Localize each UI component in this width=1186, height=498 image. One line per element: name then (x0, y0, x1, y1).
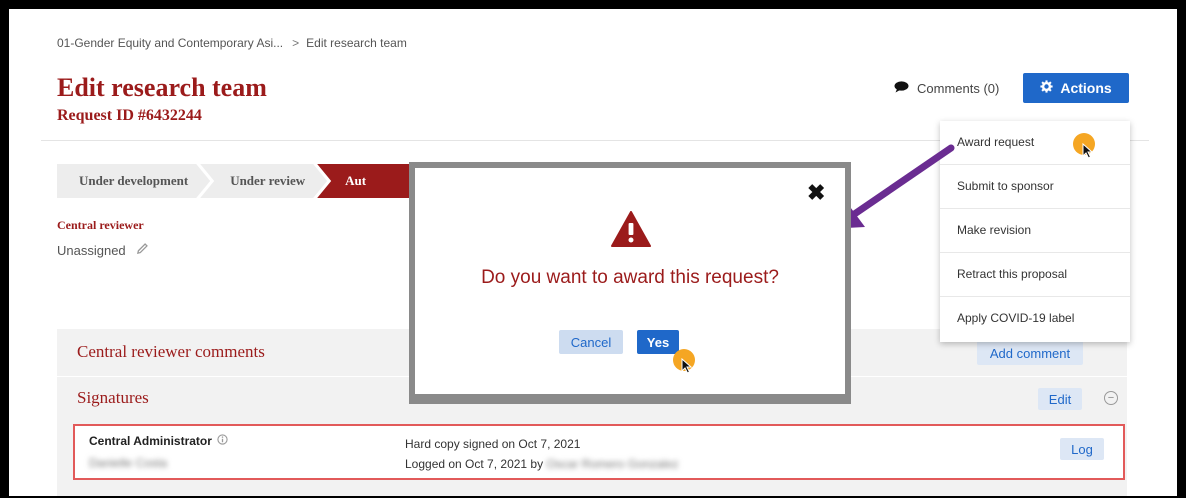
actions-button[interactable]: Actions (1023, 73, 1129, 103)
breadcrumb-parent[interactable]: 01-Gender Equity and Contemporary Asi... (57, 36, 283, 50)
actions-dropdown: Award request Submit to sponsor Make rev… (940, 121, 1130, 342)
signature-row: Central Administrator Danielle Costa Har… (73, 424, 1125, 480)
cancel-button[interactable]: Cancel (559, 330, 623, 354)
comment-bubble-icon (894, 81, 909, 96)
menu-item-apply-covid-label[interactable]: Apply COVID-19 label (940, 297, 1130, 341)
close-icon[interactable]: ✖ (807, 180, 825, 206)
cursor-highlight-menu (1073, 133, 1095, 159)
comments-section-title: Central reviewer comments (77, 342, 265, 361)
workflow-steps: Under development Under review Aut (57, 164, 417, 198)
cursor-highlight-yes (673, 349, 695, 374)
central-reviewer-value: Unassigned (57, 242, 149, 258)
menu-item-submit-to-sponsor[interactable]: Submit to sponsor (940, 165, 1130, 209)
step-under-review: Under review (200, 164, 327, 198)
confirm-dialog: ✖ Do you want to award this request? Can… (415, 168, 845, 394)
comments-label: Comments (0) (917, 81, 1000, 96)
signature-info: Hard copy signed on Oct 7, 2021 Logged o… (405, 434, 679, 474)
warning-icon (611, 211, 651, 247)
edit-signatures-button[interactable]: Edit (1038, 388, 1082, 410)
comments-link[interactable]: Comments (0) (894, 81, 999, 96)
signature-logger-name: Oscar Romero Gonzalez (546, 457, 679, 471)
pencil-icon[interactable] (136, 242, 149, 258)
cursor-arrow-icon (1082, 143, 1094, 159)
cursor-arrow-icon (681, 358, 693, 374)
dialog-question: Do you want to award this request? (481, 267, 779, 288)
add-comment-button[interactable]: Add comment (977, 341, 1083, 365)
menu-item-retract-proposal[interactable]: Retract this proposal (940, 253, 1130, 297)
signature-person: Danielle Costa (89, 456, 168, 470)
signatures-section-title: Signatures (77, 388, 149, 407)
info-icon[interactable] (217, 434, 228, 448)
breadcrumb-separator: > (292, 36, 300, 50)
actions-label: Actions (1060, 80, 1112, 96)
central-reviewer-name: Unassigned (57, 242, 126, 258)
page-title: Edit research team (57, 73, 267, 102)
log-button[interactable]: Log (1060, 438, 1104, 460)
signature-line-2: Logged on Oct 7, 2021 by Oscar Romero Go… (405, 454, 679, 474)
signature-line-2-prefix: Logged on Oct 7, 2021 by (405, 457, 544, 471)
step-under-development: Under development (57, 164, 210, 198)
central-reviewer-label: Central reviewer (57, 218, 144, 232)
breadcrumb-current: Edit research team (306, 36, 407, 50)
request-id: Request ID #6432244 (57, 107, 202, 124)
menu-item-award-request[interactable]: Award request (940, 121, 1130, 165)
signature-line-1: Hard copy signed on Oct 7, 2021 (405, 437, 581, 451)
breadcrumb: 01-Gender Equity and Contemporary Asi...… (57, 36, 407, 50)
menu-item-make-revision[interactable]: Make revision (940, 209, 1130, 253)
collapse-icon[interactable]: − (1104, 391, 1118, 405)
page: 01-Gender Equity and Contemporary Asi...… (9, 9, 1177, 496)
gear-icon (1040, 80, 1053, 96)
signature-role-label: Central Administrator (89, 434, 212, 448)
signature-role: Central Administrator (89, 434, 228, 448)
